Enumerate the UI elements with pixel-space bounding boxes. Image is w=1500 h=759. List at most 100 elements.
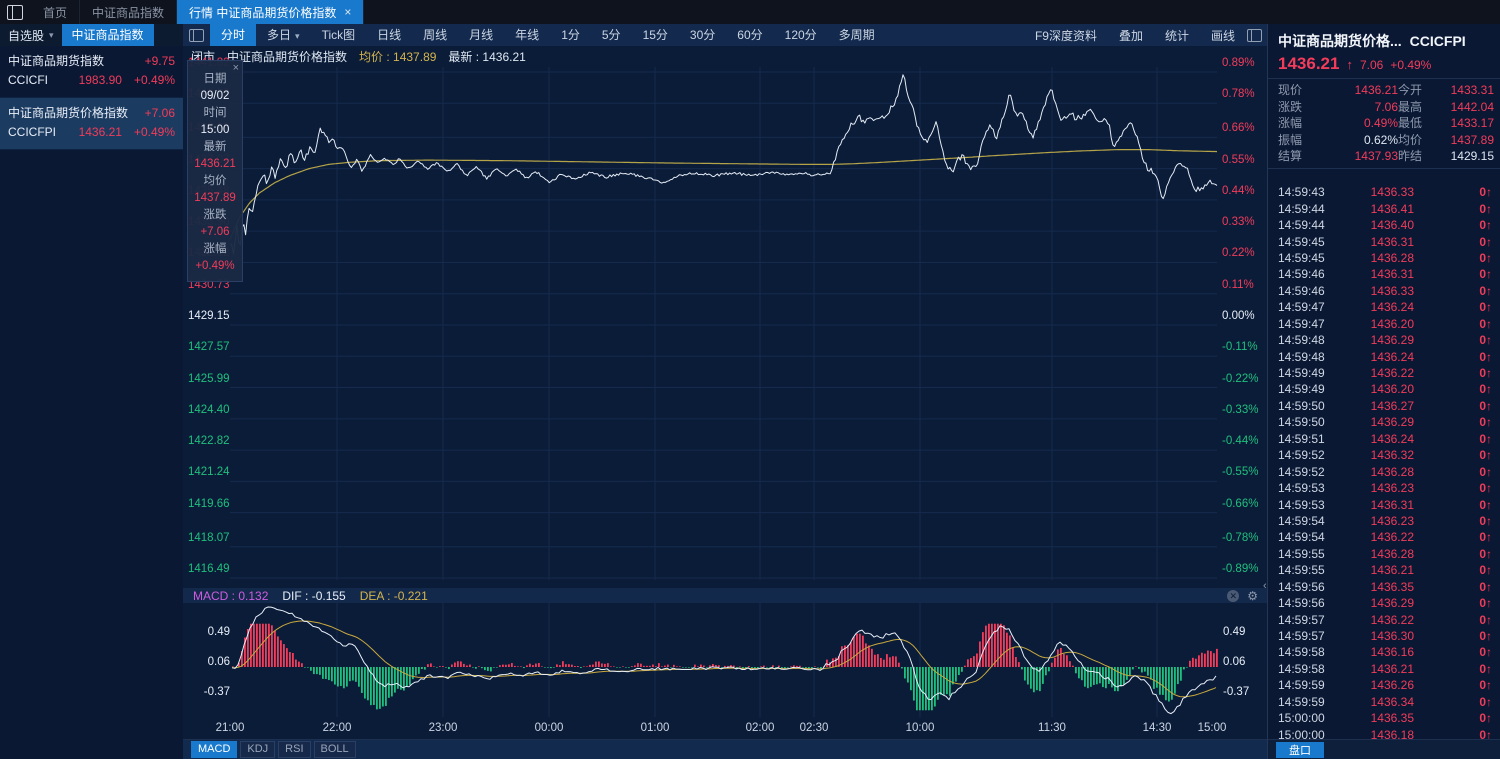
tool-button-2[interactable]: 统计 bbox=[1165, 27, 1189, 44]
up-arrow-icon: ↑ bbox=[1346, 57, 1353, 72]
trade-qty-value: 0 bbox=[1479, 398, 1486, 413]
period-button-label: 日线 bbox=[377, 28, 402, 42]
close-icon[interactable]: × bbox=[233, 62, 239, 74]
trade-row: 14:59:57 1436.30 0↑ bbox=[1278, 628, 1492, 644]
trade-time: 14:59:59 bbox=[1278, 694, 1325, 709]
gear-icon[interactable]: ⚙ bbox=[1247, 590, 1258, 602]
trade-qty: 0↑ bbox=[1414, 465, 1492, 479]
panel-collapse-icon[interactable]: ‹ bbox=[1263, 580, 1267, 592]
period-button-7[interactable]: 1分 bbox=[550, 24, 591, 46]
tool-button-0[interactable]: F9深度资料 bbox=[1035, 27, 1097, 44]
watchlist-group-selector[interactable]: 自选股 ▾ bbox=[0, 27, 62, 44]
period-button-12[interactable]: 120分 bbox=[774, 24, 828, 46]
period-button-9[interactable]: 15分 bbox=[632, 24, 679, 46]
layout-panel-icon[interactable] bbox=[189, 28, 204, 42]
stat-label: 均价 bbox=[1398, 132, 1423, 147]
stat-value: 1442.04 bbox=[1450, 99, 1494, 114]
indicator-tab-kdj[interactable]: KDJ bbox=[240, 741, 276, 758]
period-button-6[interactable]: 年线 bbox=[504, 24, 550, 46]
tool-button-1[interactable]: 叠加 bbox=[1119, 27, 1143, 44]
trade-qty-value: 0 bbox=[1479, 382, 1486, 397]
stock-name: 中证商品期货指数 bbox=[8, 54, 105, 68]
trade-time: 14:59:45 bbox=[1278, 234, 1325, 249]
tool-button-3[interactable]: 画线 bbox=[1211, 27, 1235, 44]
stock-pct: +0.49% bbox=[133, 73, 175, 87]
trade-row: 14:59:48 1436.29 0↑ bbox=[1278, 332, 1492, 348]
stat-label: 涨幅 bbox=[1278, 116, 1303, 131]
close-tab-icon[interactable]: × bbox=[344, 5, 351, 19]
close-indicator-icon[interactable]: ✕ bbox=[1227, 589, 1240, 602]
stat-value: 1429.15 bbox=[1450, 149, 1494, 164]
period-button-label: 30分 bbox=[689, 28, 716, 42]
trade-qty-value: 0 bbox=[1479, 333, 1486, 348]
order-book-button[interactable]: 盘口 bbox=[1276, 742, 1324, 758]
period-button-5[interactable]: 月线 bbox=[458, 24, 504, 46]
trade-time: 14:59:53 bbox=[1278, 497, 1325, 512]
tooltip-value: +7.06 bbox=[200, 226, 230, 238]
period-button-label: 多日 bbox=[267, 28, 292, 42]
trade-qty-value: 0 bbox=[1479, 711, 1486, 726]
watchlist-item-CCICFI[interactable]: 中证商品期货指数 +9.75 CCICFI 1983.90 +0.49% bbox=[0, 46, 183, 98]
quote-stats: 现价 1436.21 今开 1433.31 涨跌 7.06 最高 1442.04 涨幅 0.49%… bbox=[1268, 79, 1500, 168]
trade-price: 1436.22 bbox=[1370, 366, 1414, 381]
trade-qty: 0↑ bbox=[1414, 284, 1492, 298]
watchlist-group-tab[interactable]: 中证商品指数 bbox=[61, 24, 154, 46]
period-button-label: 15分 bbox=[642, 28, 668, 42]
trade-price: 1436.31 bbox=[1370, 497, 1414, 512]
trade-price: 1436.29 bbox=[1370, 596, 1414, 611]
tooltip-value: 15:00 bbox=[200, 124, 230, 136]
trade-qty: 0↑ bbox=[1414, 530, 1492, 544]
tooltip-value: +0.49% bbox=[195, 260, 235, 272]
up-arrow-icon: ↑ bbox=[1486, 711, 1492, 726]
period-button-3[interactable]: 日线 bbox=[366, 24, 412, 46]
trade-price: 1436.41 bbox=[1370, 201, 1414, 216]
sidebar-toggle-icon[interactable] bbox=[1247, 28, 1262, 42]
chevron-down-icon: ▾ bbox=[49, 29, 54, 40]
window-tab-1[interactable]: 中证商品指数 bbox=[80, 0, 178, 24]
trade-price: 1436.30 bbox=[1370, 629, 1414, 644]
trade-qty: 0↑ bbox=[1414, 202, 1492, 216]
trade-time: 14:59:49 bbox=[1278, 366, 1325, 381]
trade-price: 1436.27 bbox=[1370, 398, 1414, 413]
period-button-8[interactable]: 5分 bbox=[591, 24, 632, 46]
watchlist-header: 自选股 ▾ 中证商品指数 bbox=[0, 24, 183, 46]
indicator-tab-boll[interactable]: BOLL bbox=[313, 741, 356, 758]
trade-qty: 0↑ bbox=[1414, 382, 1492, 396]
stock-code: CCICFPI bbox=[8, 125, 56, 139]
period-button-0[interactable]: 分时 bbox=[210, 24, 257, 46]
period-button-10[interactable]: 30分 bbox=[679, 24, 726, 46]
trade-row: 14:59:53 1436.31 0↑ bbox=[1278, 496, 1492, 512]
period-button-label: 分时 bbox=[221, 28, 246, 42]
window-tab-0[interactable]: 首页 bbox=[31, 0, 81, 24]
trade-qty: 0↑ bbox=[1414, 711, 1492, 725]
period-button-label: Tick图 bbox=[321, 28, 356, 42]
indicator-tab-rsi[interactable]: RSI bbox=[278, 741, 311, 758]
period-button-2[interactable]: Tick图 bbox=[311, 24, 367, 46]
period-button-11[interactable]: 60分 bbox=[726, 24, 773, 46]
watchlist-item-CCICFPI[interactable]: 中证商品期货价格指数 +7.06 CCICFPI 1436.21 +0.49% bbox=[0, 98, 183, 150]
trade-qty: 0↑ bbox=[1414, 185, 1492, 199]
trade-qty: 0↑ bbox=[1414, 678, 1492, 692]
macd-value: MACD : 0.132 bbox=[193, 588, 269, 603]
period-button-1[interactable]: 多日 ▾ bbox=[256, 24, 311, 46]
window-panel-icon[interactable] bbox=[7, 4, 23, 20]
trade-price: 1436.31 bbox=[1370, 234, 1414, 249]
up-arrow-icon: ↑ bbox=[1486, 415, 1492, 430]
trade-time: 14:59:47 bbox=[1278, 300, 1325, 315]
chart-area[interactable]: 分时 多日 ▾ Tick图 日线 周线 月线 年线 1分 5分 15分 30分 60分 120分 多周期 F… bbox=[183, 24, 1268, 759]
period-button-4[interactable]: 周线 bbox=[412, 24, 458, 46]
quote-code: CCICFPI bbox=[1409, 33, 1466, 49]
trade-price: 1436.31 bbox=[1370, 267, 1414, 282]
period-button-13[interactable]: 多周期 bbox=[828, 24, 886, 46]
stock-price: 1983.90 bbox=[78, 73, 122, 87]
up-arrow-icon: ↑ bbox=[1486, 678, 1492, 693]
trade-row: 14:59:47 1436.20 0↑ bbox=[1278, 316, 1492, 332]
indicator-tab-macd[interactable]: MACD bbox=[191, 741, 238, 758]
trade-time: 14:59:46 bbox=[1278, 267, 1325, 282]
trade-time: 14:59:54 bbox=[1278, 530, 1325, 545]
trade-price: 1436.29 bbox=[1370, 415, 1414, 430]
trade-row: 14:59:57 1436.22 0↑ bbox=[1278, 611, 1492, 627]
stat-label: 最低 bbox=[1398, 116, 1423, 131]
window-tab-2[interactable]: 行情 中证商品期货价格指数 × bbox=[177, 0, 365, 24]
tick-trade-list[interactable]: 14:59:43 1436.33 0↑ 14:59:44 1436.41 0↑ 14:59:… bbox=[1268, 184, 1500, 740]
